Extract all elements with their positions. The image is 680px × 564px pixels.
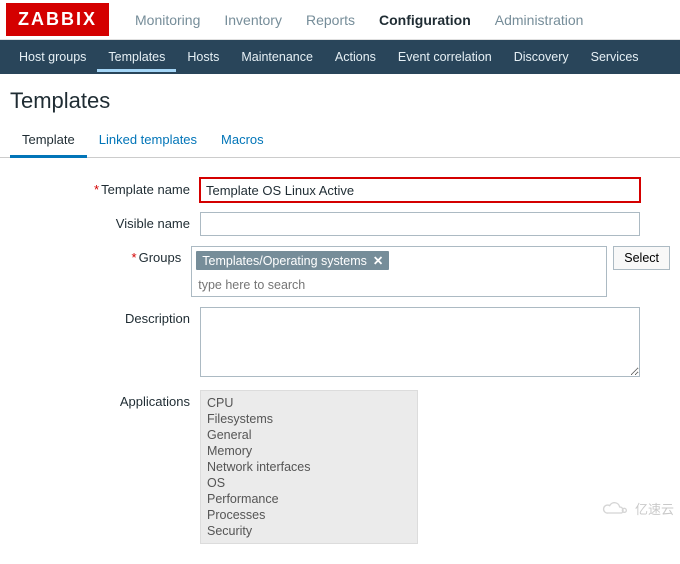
row-applications: Applications CPU Filesystems General Mem…	[10, 390, 670, 544]
watermark: 亿速云	[599, 499, 674, 518]
group-tag[interactable]: Templates/Operating systems ✕	[196, 251, 389, 270]
groups-multiselect[interactable]: Templates/Operating systems ✕	[191, 246, 607, 297]
app-item[interactable]: Memory	[207, 443, 411, 459]
app-item[interactable]: Security	[207, 523, 411, 539]
template-form: *Template name Visible name *Groups Temp…	[0, 158, 680, 564]
label-template-name: *Template name	[10, 178, 200, 197]
subnav-templates[interactable]: Templates	[97, 42, 176, 72]
app-item[interactable]: OS	[207, 475, 411, 491]
description-textarea[interactable]	[200, 307, 640, 377]
top-menu-configuration[interactable]: Configuration	[367, 2, 483, 38]
groups-search-input[interactable]	[192, 274, 606, 296]
app-item[interactable]: CPU	[207, 395, 411, 411]
applications-listbox[interactable]: CPU Filesystems General Memory Network i…	[200, 390, 418, 544]
top-menu-monitoring[interactable]: Monitoring	[123, 2, 212, 38]
top-menu-reports[interactable]: Reports	[294, 2, 367, 38]
form-tabs: Template Linked templates Macros	[0, 124, 680, 158]
tab-linked-templates[interactable]: Linked templates	[87, 124, 209, 157]
subnav-discovery[interactable]: Discovery	[503, 42, 580, 72]
visible-name-input[interactable]	[200, 212, 640, 236]
brand-logo[interactable]: ZABBIX	[6, 3, 109, 36]
top-menu-inventory[interactable]: Inventory	[212, 2, 294, 38]
app-item[interactable]: General	[207, 427, 411, 443]
label-groups: *Groups	[10, 246, 191, 265]
subnav-actions[interactable]: Actions	[324, 42, 387, 72]
app-item[interactable]: Filesystems	[207, 411, 411, 427]
row-visible-name: Visible name	[10, 212, 670, 236]
label-visible-name: Visible name	[10, 212, 200, 231]
top-nav: ZABBIX Monitoring Inventory Reports Conf…	[0, 0, 680, 40]
tab-macros[interactable]: Macros	[209, 124, 276, 157]
row-template-name: *Template name	[10, 178, 670, 202]
top-menu: Monitoring Inventory Reports Configurati…	[123, 2, 595, 38]
app-item[interactable]: Performance	[207, 491, 411, 507]
sub-nav: Host groups Templates Hosts Maintenance …	[0, 40, 680, 74]
subnav-host-groups[interactable]: Host groups	[8, 42, 97, 72]
page-title: Templates	[0, 74, 680, 124]
group-tag-remove-icon[interactable]: ✕	[373, 253, 383, 268]
watermark-text: 亿速云	[635, 499, 674, 518]
row-description: Description	[10, 307, 670, 380]
app-item[interactable]: Network interfaces	[207, 459, 411, 475]
tab-template[interactable]: Template	[10, 124, 87, 158]
subnav-maintenance[interactable]: Maintenance	[230, 42, 324, 72]
label-applications: Applications	[10, 390, 200, 409]
subnav-services[interactable]: Services	[580, 42, 650, 72]
app-item[interactable]: Processes	[207, 507, 411, 523]
subnav-hosts[interactable]: Hosts	[176, 42, 230, 72]
cloud-icon	[599, 500, 631, 518]
label-template-name-text: Template name	[101, 182, 190, 197]
group-tag-label: Templates/Operating systems	[202, 254, 367, 268]
row-groups: *Groups Templates/Operating systems ✕ Se…	[10, 246, 670, 297]
label-groups-text: Groups	[139, 250, 182, 265]
label-description: Description	[10, 307, 200, 326]
subnav-event-correlation[interactable]: Event correlation	[387, 42, 503, 72]
groups-select-button[interactable]: Select	[613, 246, 670, 270]
template-name-input[interactable]	[200, 178, 640, 202]
top-menu-administration[interactable]: Administration	[483, 2, 596, 38]
